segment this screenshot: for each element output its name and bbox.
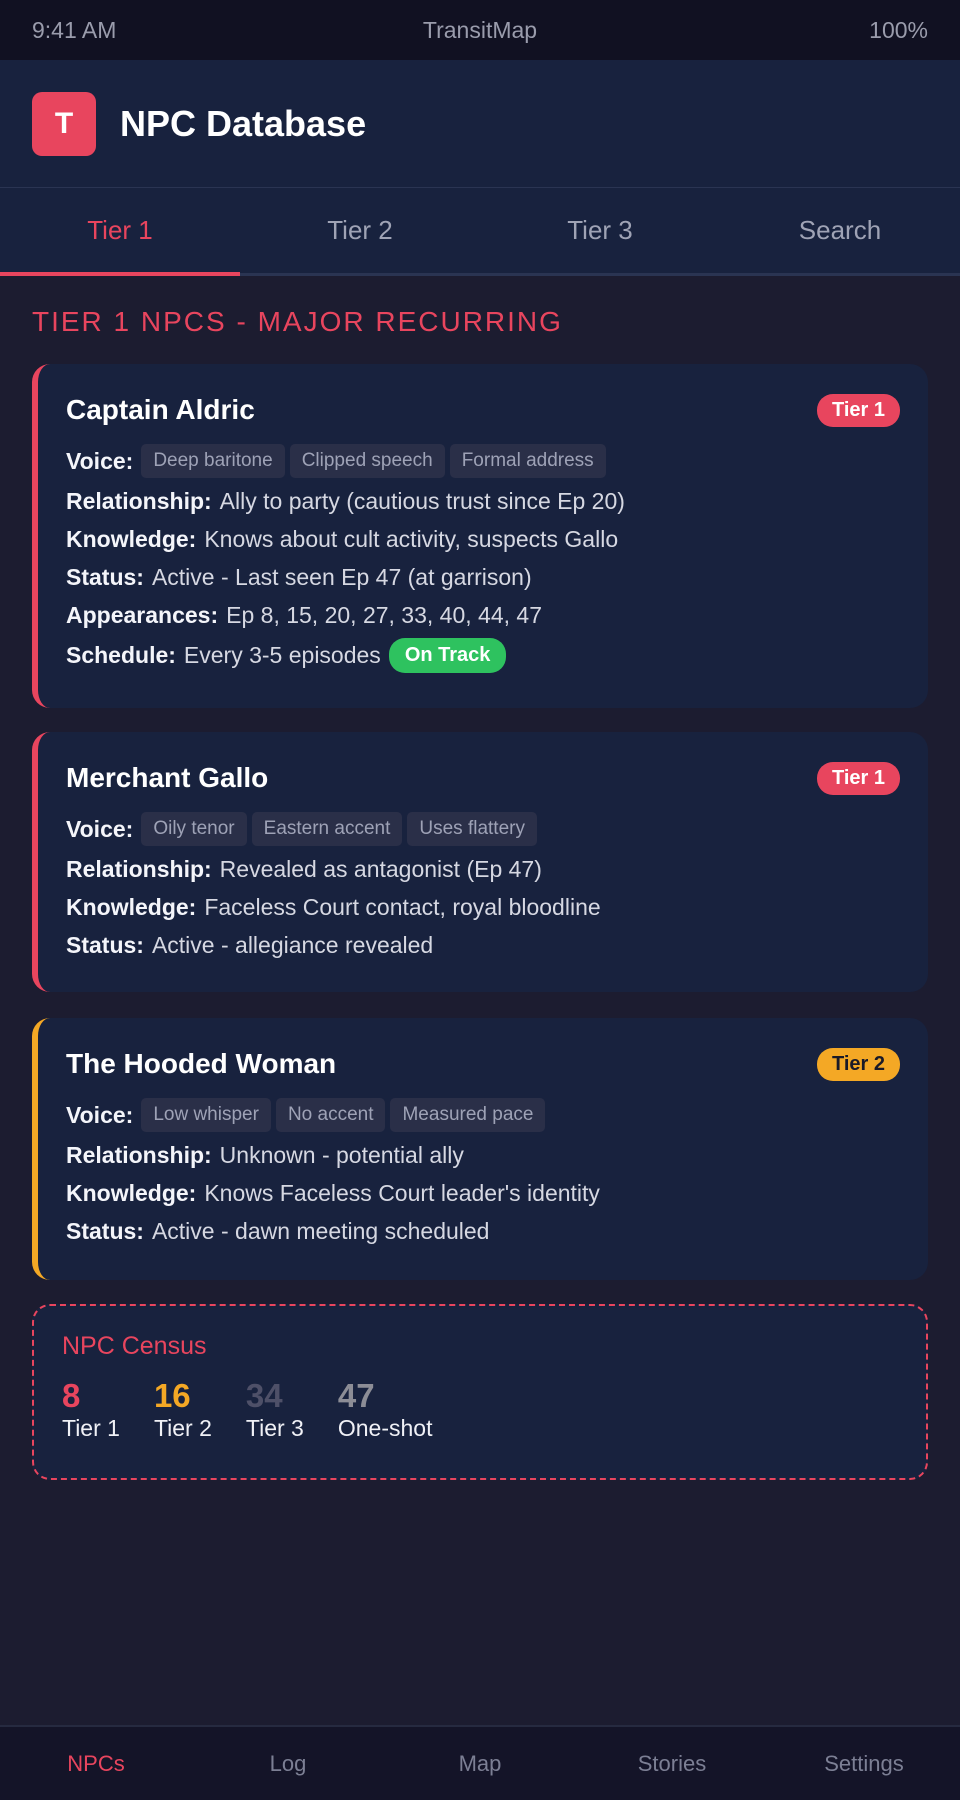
- schedule-label: Schedule:: [66, 641, 176, 668]
- npc-name: Merchant Gallo: [66, 762, 269, 793]
- census-stat-tier-3: 34 Tier 3: [246, 1377, 304, 1442]
- bottom-nav: NPCs Log Map Stories Settings: [0, 1725, 960, 1800]
- tier-badge: Tier 1: [817, 393, 900, 427]
- status-label: Status:: [66, 931, 144, 958]
- status-battery: 100%: [869, 16, 928, 43]
- knowledge-value: Knows Faceless Court leader's identity: [204, 1179, 600, 1206]
- tier-badge: Tier 1: [817, 761, 900, 795]
- npc-card-hooded-woman[interactable]: The Hooded Woman Tier 2 Voice: Low whisp…: [32, 1018, 928, 1280]
- tab-tier-2[interactable]: Tier 2: [240, 188, 480, 273]
- census-stat-tier-1: 8 Tier 1: [62, 1377, 120, 1442]
- knowledge-row: Knowledge: Knows about cult activity, su…: [66, 520, 900, 558]
- status-value: Active - dawn meeting scheduled: [151, 1217, 490, 1244]
- appearances-label: Appearances:: [66, 601, 219, 628]
- status-label: Status:: [66, 1217, 144, 1244]
- voice-tag: Measured pace: [390, 1098, 546, 1132]
- relationship-value: Ally to party (cautious trust since Ep 2…: [219, 487, 625, 514]
- status-label: Status:: [66, 563, 144, 590]
- status-value: Active - allegiance revealed: [151, 931, 434, 958]
- npc-name: Captain Aldric: [66, 394, 255, 425]
- census-label: One-shot: [337, 1415, 433, 1441]
- voice-tag: Formal address: [449, 444, 606, 478]
- voice-label: Voice:: [66, 815, 134, 842]
- tab-tier-3[interactable]: Tier 3: [480, 188, 720, 273]
- page-title: NPC Database: [120, 102, 367, 144]
- status-row: Status: Active - allegiance revealed: [66, 926, 900, 964]
- schedule-value: Every 3-5 episodes: [183, 641, 381, 668]
- voice-row: Voice: Low whisper No accent Measured pa…: [66, 1094, 900, 1136]
- relationship-row: Relationship: Ally to party (cautious tr…: [66, 482, 900, 520]
- census-title: NPC Census: [62, 1332, 207, 1360]
- npc-name: The Hooded Woman: [66, 1048, 337, 1079]
- voice-tag: Deep baritone: [141, 444, 285, 478]
- knowledge-label: Knowledge:: [66, 893, 197, 920]
- status-value: Active - Last seen Ep 47 (at garrison): [151, 563, 532, 590]
- status-row: Status: Active - Last seen Ep 47 (at gar…: [66, 558, 900, 596]
- voice-tag: Clipped speech: [289, 444, 445, 478]
- voice-row: Voice: Deep baritone Clipped speech Form…: [66, 440, 900, 482]
- relationship-value: Revealed as antagonist (Ep 47): [219, 855, 542, 882]
- census-label: Tier 2: [153, 1415, 212, 1441]
- census-label: Tier 3: [245, 1415, 304, 1441]
- tier-tabs: Tier 1 Tier 2 Tier 3 Search: [0, 188, 960, 276]
- voice-tag: No accent: [275, 1098, 386, 1132]
- app-logo: T: [32, 91, 96, 156]
- relationship-row: Relationship: Revealed as antagonist (Ep…: [66, 850, 900, 888]
- relationship-value: Unknown - potential ally: [219, 1141, 464, 1168]
- tab-search[interactable]: Search: [720, 188, 960, 273]
- voice-tag: Low whisper: [141, 1098, 271, 1132]
- relationship-label: Relationship:: [66, 1141, 212, 1168]
- appearances-row: Appearances: Ep 8, 15, 20, 27, 33, 40, 4…: [66, 596, 900, 634]
- census-stat-tier-2: 16 Tier 2: [154, 1377, 212, 1442]
- relationship-row: Relationship: Unknown - potential ally: [66, 1136, 900, 1174]
- status-row: Status: Active - dawn meeting scheduled: [66, 1212, 900, 1250]
- census-count: 34: [245, 1377, 283, 1414]
- nav-npcs[interactable]: NPCs: [0, 1727, 192, 1800]
- nav-map[interactable]: Map: [384, 1727, 576, 1800]
- section-title: TIER 1 NPCS - MAJOR RECURRING: [32, 306, 563, 337]
- npc-card-captain-aldric[interactable]: Captain Aldric Tier 1 Voice: Deep barito…: [32, 364, 928, 708]
- npc-card-merchant-gallo[interactable]: Merchant Gallo Tier 1 Voice: Oily tenor …: [32, 732, 928, 992]
- on-track-badge: On Track: [388, 637, 507, 673]
- knowledge-value: Knows about cult activity, suspects Gall…: [204, 525, 619, 552]
- relationship-label: Relationship:: [66, 855, 212, 882]
- nav-log[interactable]: Log: [192, 1727, 384, 1800]
- voice-label: Voice:: [66, 1101, 134, 1128]
- census-count: 8: [62, 1377, 81, 1414]
- status-time: 9:41 AM: [32, 16, 117, 43]
- census-count: 16: [153, 1377, 191, 1414]
- voice-row: Voice: Oily tenor Eastern accent Uses fl…: [66, 808, 900, 850]
- appearances-value: Ep 8, 15, 20, 27, 33, 40, 44, 47: [226, 601, 542, 628]
- voice-label: Voice:: [66, 447, 134, 474]
- knowledge-row: Knowledge: Faceless Court contact, royal…: [66, 888, 900, 926]
- census-stat-one-shot: 47 One-shot: [338, 1377, 433, 1442]
- knowledge-label: Knowledge:: [66, 525, 197, 552]
- nav-stories[interactable]: Stories: [576, 1727, 768, 1800]
- schedule-row: Schedule: Every 3-5 episodes On Track: [66, 634, 900, 676]
- voice-tag: Eastern accent: [251, 812, 403, 846]
- voice-tag: Oily tenor: [141, 812, 247, 846]
- census-label: Tier 1: [62, 1415, 120, 1441]
- app-header: T NPC Database: [0, 60, 960, 188]
- census-count: 47: [337, 1377, 375, 1414]
- voice-tag: Uses flattery: [407, 812, 537, 846]
- status-app-name: TransitMap: [422, 16, 538, 43]
- tab-tier-1[interactable]: Tier 1: [0, 188, 240, 276]
- status-bar: 9:41 AM TransitMap 100%: [0, 0, 960, 60]
- relationship-label: Relationship:: [66, 487, 212, 514]
- knowledge-value: Faceless Court contact, royal bloodline: [204, 893, 601, 920]
- tier-badge: Tier 2: [817, 1047, 900, 1081]
- knowledge-label: Knowledge:: [66, 1179, 197, 1206]
- nav-settings[interactable]: Settings: [768, 1727, 960, 1800]
- npc-census: NPC Census 8 Tier 1 16 Tier 2 34 Tier 3 …: [32, 1304, 928, 1480]
- knowledge-row: Knowledge: Knows Faceless Court leader's…: [66, 1174, 900, 1212]
